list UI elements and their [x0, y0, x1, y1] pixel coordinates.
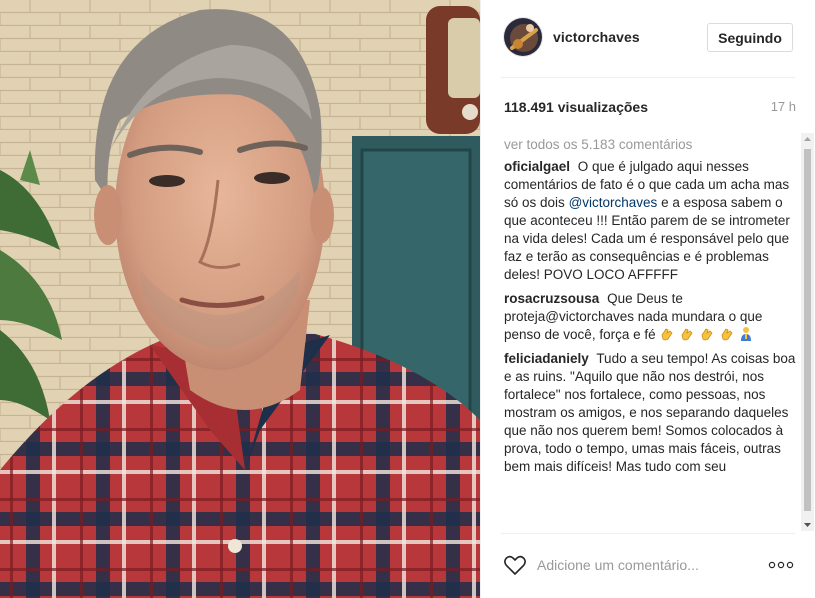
clapping-hands-icon	[701, 328, 713, 341]
heart-icon[interactable]	[503, 554, 527, 576]
comment-item: rosacruzsousa Que Deus te proteja@victor…	[504, 290, 796, 344]
scroll-up-arrow-icon[interactable]	[801, 133, 814, 145]
following-button[interactable]: Seguindo	[707, 23, 793, 52]
clapping-hands-icon	[721, 328, 733, 341]
more-options-icon[interactable]	[767, 555, 795, 575]
comments-scrollbar[interactable]	[801, 133, 814, 531]
post-stats: 118.491 visualizações 17 h	[504, 99, 796, 117]
scrollbar-thumb[interactable]	[804, 149, 811, 511]
comment-author[interactable]: feliciadaniely	[504, 351, 589, 366]
post-header: victorchaves Seguindo	[481, 0, 815, 77]
clapping-hands-icon	[681, 328, 693, 341]
comment-author[interactable]: rosacruzsousa	[504, 291, 599, 306]
avatar-image	[504, 18, 542, 56]
comment-author[interactable]: oficialgael	[504, 159, 570, 174]
comment-text: Tudo a seu tempo! As coisas boa e as rui…	[504, 351, 796, 474]
avatar[interactable]	[503, 17, 543, 57]
post-info-panel: victorchaves Seguindo 118.491 visualizaç…	[480, 0, 815, 598]
add-comment-bar	[481, 545, 815, 585]
clapping-hands-icon	[661, 328, 673, 341]
timestamp[interactable]: 17 h	[771, 99, 796, 114]
view-all-comments-link[interactable]: ver todos os 5.183 comentários	[504, 137, 796, 152]
add-comment-input[interactable]	[537, 555, 752, 575]
views-count[interactable]: 118.491 visualizações	[504, 99, 648, 115]
comment-item: feliciadaniely Tudo a seu tempo! As cois…	[504, 350, 796, 476]
scroll-down-arrow-icon[interactable]	[801, 519, 814, 531]
person-praying-icon	[741, 327, 752, 341]
comment-mention[interactable]: @victorchaves	[569, 195, 658, 210]
comment-item: oficialgael O que é julgado aqui nesses …	[504, 158, 796, 284]
divider	[501, 77, 795, 78]
comments-list: ver todos os 5.183 comentários oficialga…	[504, 137, 796, 531]
username[interactable]: victorchaves	[553, 29, 640, 45]
video-frame	[0, 0, 480, 598]
post-media[interactable]	[0, 0, 480, 598]
divider	[501, 533, 795, 534]
